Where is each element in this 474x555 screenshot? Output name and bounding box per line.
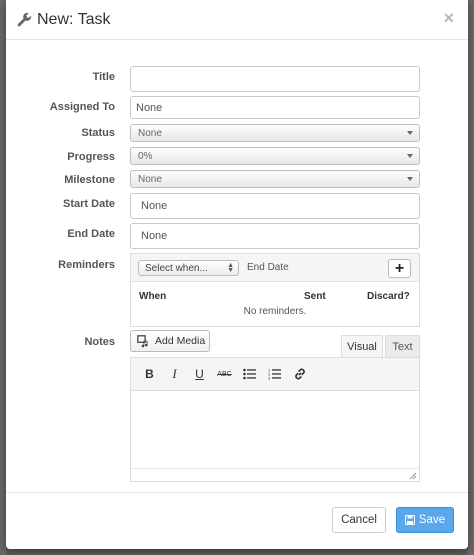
milestone-select[interactable]: None (130, 170, 420, 188)
dialog-title: New: Task (16, 11, 111, 29)
progress-select[interactable]: 0% (130, 147, 420, 165)
chevron-down-icon (407, 131, 413, 135)
media-icon (137, 334, 148, 347)
title-label: Title (92, 71, 115, 83)
task-dialog: New: Task × Title Assigned To None Statu… (6, 0, 468, 549)
chevron-down-icon (407, 177, 413, 181)
add-reminder-button[interactable]: + (388, 259, 411, 278)
link-button[interactable] (287, 363, 312, 385)
column-when: When (139, 291, 167, 302)
chevron-down-icon (407, 154, 413, 158)
end-date-label: End Date (67, 228, 115, 240)
notes-textarea[interactable] (131, 392, 419, 468)
reminder-when-select[interactable]: Select when... ▲ ▼ (138, 260, 239, 276)
end-date-input[interactable]: None (130, 223, 420, 249)
reminders-toolbar: Select when... ▲ ▼ End Date + (131, 254, 419, 282)
bold-button[interactable]: B (137, 363, 162, 385)
bullet-list-icon (243, 368, 256, 380)
svg-text:3: 3 (268, 376, 271, 381)
dialog-header: New: Task × (6, 0, 468, 40)
status-select[interactable]: None (130, 124, 420, 142)
progress-value: 0% (138, 150, 153, 162)
start-date-input[interactable]: None (130, 193, 420, 219)
editor-toolbar: B I U ABC 1 2 3 (131, 358, 419, 391)
column-discard: Discard? (367, 291, 410, 302)
status-label: Status (81, 127, 115, 139)
save-button[interactable]: Save (396, 507, 454, 533)
reminder-date-label: End Date (247, 262, 289, 273)
italic-button[interactable]: I (162, 363, 187, 385)
updown-icon: ▲ ▼ (227, 262, 234, 274)
add-media-button[interactable]: Add Media (130, 330, 210, 352)
save-label: Save (418, 514, 446, 526)
assigned-to-input[interactable]: None (130, 96, 420, 119)
reminders-label: Reminders (58, 259, 115, 271)
underline-button[interactable]: U (187, 363, 212, 385)
backdrop-right (468, 0, 474, 555)
assigned-to-label: Assigned To (49, 101, 115, 113)
bullet-list-button[interactable] (237, 363, 262, 385)
reminder-when-value: Select when... (145, 262, 208, 274)
dialog-title-text: New: Task (37, 10, 111, 28)
progress-label: Progress (67, 151, 115, 163)
strikethrough-button[interactable]: ABC (212, 363, 237, 385)
column-sent: Sent (304, 291, 326, 302)
save-icon (404, 515, 415, 525)
title-input[interactable] (130, 66, 420, 92)
notes-label: Notes (84, 336, 115, 348)
dialog-footer: Cancel Save (6, 492, 468, 549)
status-value: None (138, 127, 162, 139)
link-icon (294, 368, 305, 380)
milestone-label: Milestone (64, 174, 115, 186)
wrench-icon (17, 12, 32, 27)
tab-text[interactable]: Text (385, 335, 420, 358)
tab-visual[interactable]: Visual (341, 335, 383, 358)
milestone-value: None (138, 173, 162, 185)
editor-statusbar (131, 468, 419, 481)
resize-grip-icon[interactable] (408, 471, 417, 480)
numbered-list-icon: 1 2 3 (268, 368, 281, 380)
add-media-label: Add Media (155, 335, 206, 347)
start-date-label: Start Date (63, 198, 115, 210)
numbered-list-button[interactable]: 1 2 3 (262, 363, 287, 385)
no-reminders-text: No reminders. (243, 306, 307, 317)
reminders-panel: Select when... ▲ ▼ End Date + When Sent D… (130, 253, 420, 327)
close-icon[interactable]: × (443, 9, 454, 27)
notes-editor: B I U ABC 1 2 3 (130, 357, 420, 482)
cancel-button[interactable]: Cancel (332, 507, 386, 533)
